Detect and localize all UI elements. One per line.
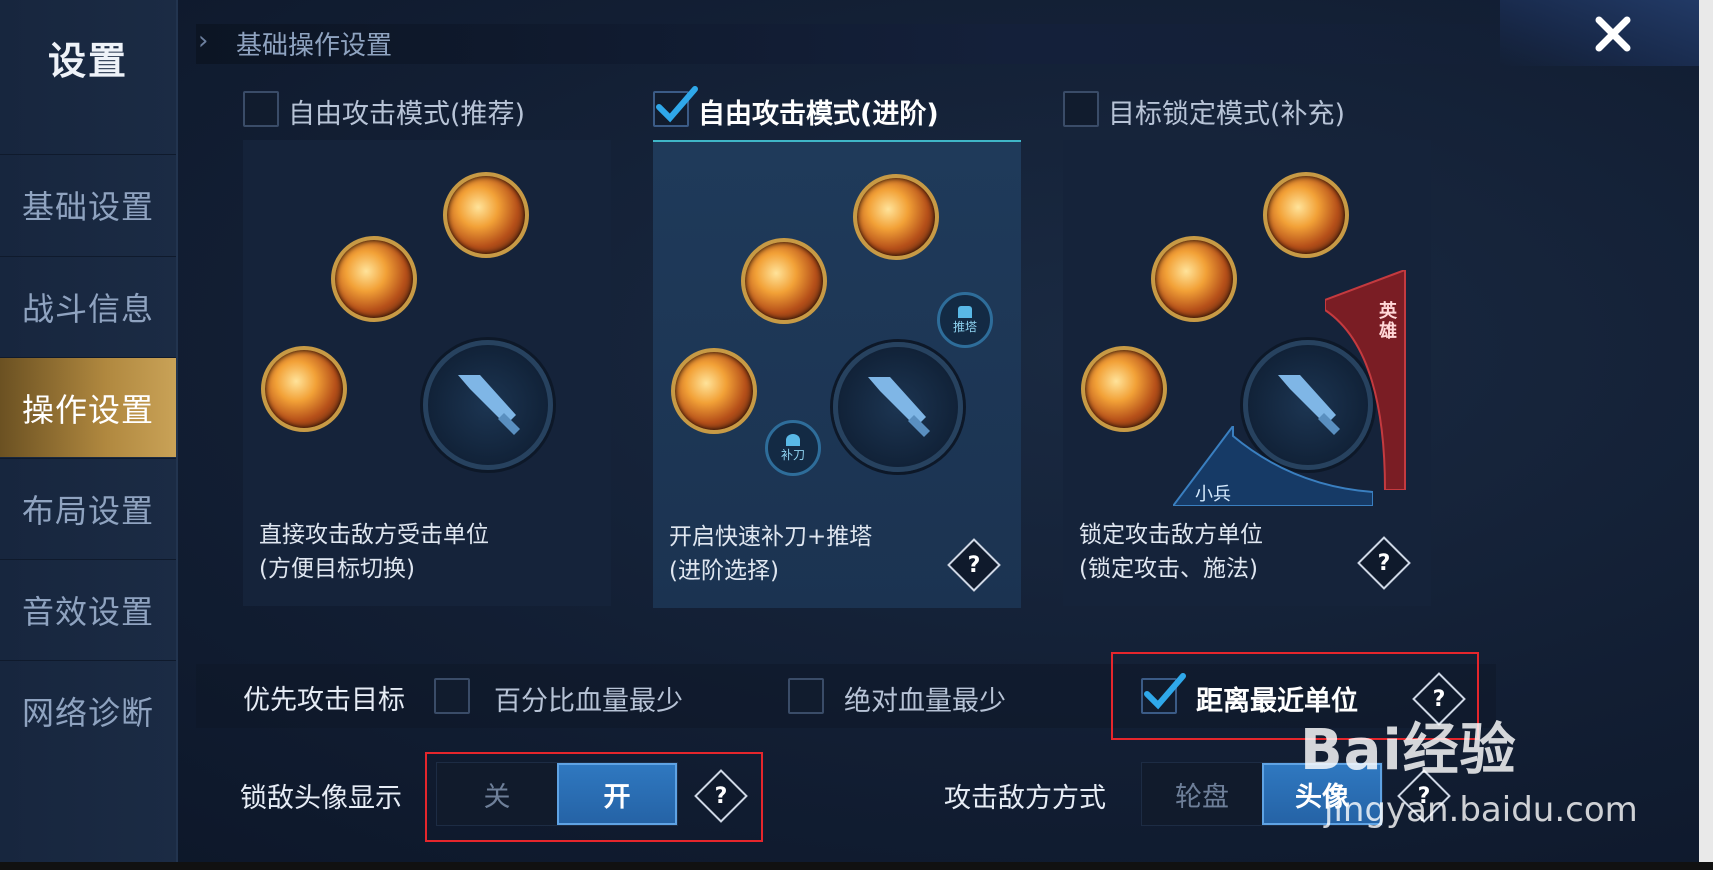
mode-description-line1: 直接攻击敌方受击单位	[259, 522, 489, 548]
last-hit-icon: 补刀	[765, 420, 821, 476]
mode-description-line2: (方便目标切换)	[259, 556, 415, 582]
close-icon	[1595, 16, 1631, 52]
attack-method-label: 攻击敌方方式	[944, 783, 1106, 814]
section-title: 基础操作设置	[236, 31, 393, 61]
mode-description-line2: (进阶选择)	[669, 558, 779, 584]
sidebar-item-network[interactable]: 网络诊断	[0, 660, 176, 760]
push-tower-label: 推塔	[952, 319, 977, 334]
sidebar: 设置 基础设置 战斗信息 操作设置 布局设置 音效设置 网络诊断	[0, 0, 178, 870]
help-icon: ?	[1377, 550, 1391, 576]
watermark-url: jingyan.baidu.com	[1324, 790, 1638, 830]
mode-free-attack-label[interactable]: 自由攻击模式(推荐)	[288, 92, 525, 131]
priority-absolute-hp-label[interactable]: 绝对血量最少	[844, 679, 1006, 718]
section-header-bar	[196, 24, 1556, 64]
highlight-box-lock-avatar	[425, 752, 763, 842]
skill-3-icon	[853, 174, 939, 260]
skill-2-icon	[331, 236, 417, 322]
lock-avatar-label: 锁敌头像显示	[240, 783, 402, 814]
mode-description: 开启快速补刀+推塔 (进阶选择)	[669, 520, 872, 588]
chevron-right-icon: ›	[198, 26, 209, 56]
priority-percent-hp-checkbox[interactable]	[434, 678, 470, 714]
mode-description-line1: 开启快速补刀+推塔	[669, 524, 873, 550]
mode-card-advanced[interactable]: 推塔 补刀 开启快速补刀+推塔 (进阶选择) ?	[653, 140, 1021, 608]
help-button[interactable]: ?	[947, 538, 1001, 592]
skill-1-icon	[261, 346, 347, 432]
sidebar-item-audio[interactable]: 音效设置	[0, 559, 176, 659]
priority-percent-hp-label[interactable]: 百分比血量最少	[494, 679, 683, 718]
sidebar-title: 设置	[47, 39, 128, 83]
sidebar-item-controls[interactable]: 操作设置	[0, 357, 176, 457]
hero-target-label: 英雄	[1379, 301, 1397, 342]
skill-2-icon	[1151, 236, 1237, 322]
mode-advanced-checkbox[interactable]	[653, 86, 698, 127]
checkmark-icon	[656, 86, 698, 123]
mode-free-attack-checkbox[interactable]	[243, 91, 279, 127]
minion-target-label: 小兵	[1195, 484, 1231, 505]
push-tower-icon: 推塔	[937, 292, 993, 348]
close-button[interactable]	[1580, 4, 1646, 64]
sidebar-item-layout[interactable]: 布局设置	[0, 458, 176, 558]
mode-card-target-lock[interactable]: 英雄 小兵 锁定攻击敌方单位 (锁定攻击、施法) ?	[1063, 140, 1431, 606]
sidebar-item-battle-info[interactable]: 战斗信息	[0, 256, 176, 356]
skill-1-icon	[1081, 346, 1167, 432]
mode-target-lock-checkbox[interactable]	[1063, 91, 1099, 127]
attack-button-icon	[423, 340, 553, 470]
screenshot-border	[1699, 0, 1713, 870]
skill-3-icon	[1263, 172, 1349, 258]
watermark-logo: Bai经验	[1300, 718, 1517, 783]
attack-button-icon	[833, 342, 963, 472]
mode-target-lock-label[interactable]: 目标锁定模式(补充)	[1108, 92, 1345, 131]
mode-description: 锁定攻击敌方单位 (锁定攻击、施法)	[1079, 518, 1263, 586]
mode-description-line1: 锁定攻击敌方单位	[1079, 522, 1263, 548]
help-icon: ?	[967, 552, 981, 578]
mode-description-line2: (锁定攻击、施法)	[1079, 556, 1258, 582]
skill-3-icon	[443, 172, 529, 258]
mode-advanced-label[interactable]: 自由攻击模式(进阶)	[698, 92, 939, 131]
last-hit-label: 补刀	[780, 447, 805, 462]
skill-2-icon	[741, 238, 827, 324]
priority-target-label: 优先攻击目标	[243, 685, 405, 716]
screenshot-border	[0, 862, 1713, 870]
help-button[interactable]: ?	[1357, 536, 1411, 590]
mode-card-free-attack[interactable]: 直接攻击敌方受击单位 (方便目标切换)	[243, 140, 611, 606]
mode-description: 直接攻击敌方受击单位 (方便目标切换)	[259, 518, 489, 586]
sidebar-item-basic[interactable]: 基础设置	[0, 154, 176, 254]
priority-absolute-hp-checkbox[interactable]	[788, 678, 824, 714]
attack-method-wheel[interactable]: 轮盘	[1142, 763, 1262, 825]
skill-1-icon	[671, 348, 757, 434]
